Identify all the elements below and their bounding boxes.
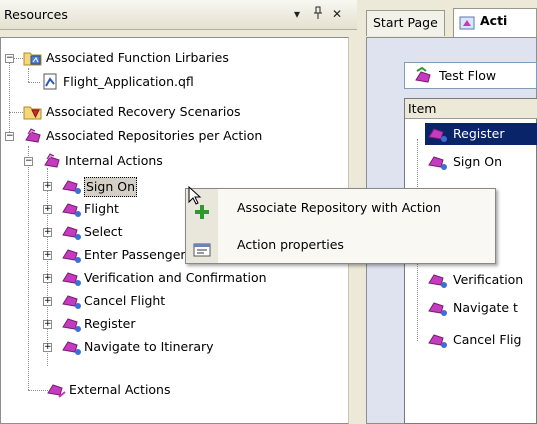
context-menu: Associate Repository with Action Action … [185,188,496,264]
tree-node-label: Flight_Application.qfl [63,74,194,89]
tree-node-label: Cancel Flight [84,293,166,308]
collapse-icon[interactable]: − [5,54,14,63]
tree-connector [47,168,48,366]
collapse-icon[interactable]: − [5,132,14,141]
resources-pane-title: Resources [4,7,68,22]
grid-row-verification[interactable]: Verification [425,269,537,291]
grid-row-label: Register [453,126,505,141]
script-file-icon [41,73,61,91]
expand-icon[interactable]: + [43,228,52,237]
action-icon [427,271,447,289]
document-tabbar: Start Page Acti [360,0,537,37]
expand-icon[interactable]: + [43,182,52,191]
action-icon [61,315,81,333]
recovery-scenario-icon [23,103,43,121]
tree-node-label: Associated Repositories per Action [46,128,263,143]
menu-item-label: Action properties [237,237,344,252]
mouse-cursor-icon [188,185,202,206]
menu-item-action-properties[interactable]: Action properties [186,226,495,263]
menu-item-label: Associate Repository with Action [237,200,441,215]
tab-active-label: Acti [480,13,508,28]
folder-library-icon [23,49,43,67]
tree-connector [28,82,40,83]
grid-row-label: Navigate t [453,300,518,315]
tree-connector [28,146,29,390]
action-icon [427,125,447,143]
tree-connector [9,60,10,136]
pane-close-icon[interactable]: ✕ [330,6,344,22]
repository-icon [23,127,43,145]
tree-node-label: Flight [84,201,119,216]
expand-icon[interactable]: + [43,274,52,283]
action-icon [61,177,81,195]
grid-row-sign-on[interactable]: Sign On [425,151,537,173]
grid-row-label: Sign On [453,154,502,169]
expand-icon[interactable]: + [43,320,52,329]
action-icon [427,331,447,349]
expand-icon[interactable]: + [43,205,52,214]
grid-row-register[interactable]: Register [425,123,537,145]
properties-icon [192,235,212,257]
repository-icon [42,152,62,170]
collapse-icon[interactable]: − [24,157,33,166]
tree-node-label: Select [84,224,123,239]
action-icon [61,269,81,287]
external-action-icon [46,381,66,399]
tree-node-label: External Actions [69,382,171,397]
grid-column-header[interactable]: Item [405,99,537,119]
menu-item-associate-repository[interactable]: Associate Repository with Action [186,189,495,226]
resources-pane-header: Resources ▾ ✕ [0,0,357,30]
expand-icon[interactable]: + [43,251,52,260]
tree-connector [9,112,23,113]
expand-icon[interactable]: + [43,297,52,306]
test-flow-selector[interactable]: Test Flow [404,62,537,89]
expand-icon[interactable]: + [43,343,52,352]
tree-node-label: Associated Recovery Scenarios [46,104,241,119]
test-flow-icon [414,66,434,85]
tab-active-document[interactable]: Acti [453,8,537,37]
tree-node-label: Navigate to Itinerary [84,339,214,354]
grid-row-navigate[interactable]: Navigate t [425,297,537,319]
action-icon [61,292,81,310]
tree-node-label: Verification and Confirmation [84,270,267,285]
tree-connector [14,58,23,59]
tree-node-label-selected: Sign On [84,177,137,197]
grid-row-label: Verification [453,272,524,287]
action-icon [61,246,81,264]
action-icon [61,223,81,241]
tree-node-label: Internal Actions [65,153,163,168]
pane-menu-dropdown-icon[interactable]: ▾ [290,6,304,22]
tree-connector [28,68,29,82]
action-icon [427,299,447,317]
test-flow-label: Test Flow [439,68,497,83]
action-icon [61,338,81,356]
pane-pin-icon[interactable] [311,6,325,22]
action-tab-icon [459,14,477,32]
grid-row-cancel-flight[interactable]: Cancel Flig [425,329,537,351]
action-icon [61,200,81,218]
grid-row-label: Cancel Flig [453,332,522,347]
tab-start-page[interactable]: Start Page [366,10,445,36]
action-icon [427,153,447,171]
tree-node-label: Register [84,316,136,331]
tree-connector [28,390,48,391]
tree-node-label: Associated Function Lirbaries [46,50,229,65]
